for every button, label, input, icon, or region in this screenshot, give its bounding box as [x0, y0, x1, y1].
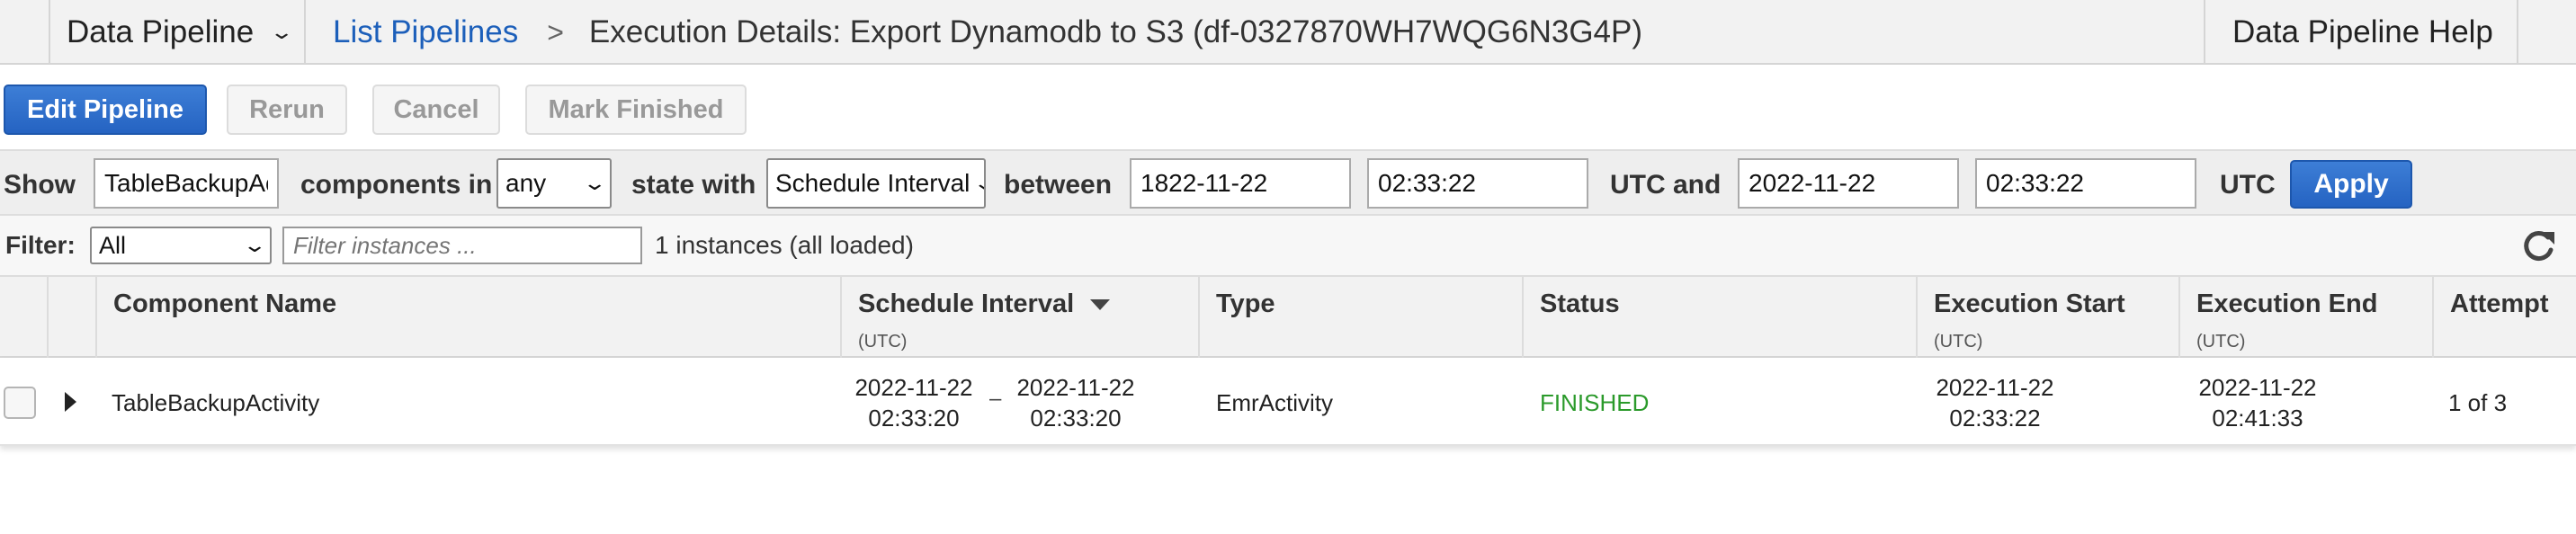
instances-count: 1 instances (all loaded): [655, 231, 914, 259]
header-type[interactable]: Type: [1198, 277, 1522, 358]
filter-instances-input[interactable]: [282, 227, 642, 264]
service-menu[interactable]: Data Pipeline ⌄: [67, 0, 294, 65]
interval-separator: –: [989, 387, 1002, 411]
top-nav-bar: Data Pipeline ⌄ List Pipelines > Executi…: [0, 0, 2576, 65]
status-badge: FINISHED: [1540, 389, 1650, 416]
header-execution-start[interactable]: Execution Start (UTC): [1916, 277, 2178, 358]
components-in-label: components in: [300, 170, 493, 200]
header-expand-column: [47, 277, 95, 358]
chevron-right-icon: >: [547, 15, 564, 49]
start-time-input[interactable]: [1367, 158, 1588, 209]
execution-end-cell: 2022-11-22 02:41:33: [2198, 374, 2317, 432]
cancel-button[interactable]: Cancel: [372, 85, 500, 135]
component-input[interactable]: [94, 158, 279, 209]
start-date-input[interactable]: [1130, 158, 1351, 209]
breadcrumb-list-pipelines-link[interactable]: List Pipelines: [333, 14, 518, 50]
header-schedule-interval[interactable]: Schedule Interval (UTC): [840, 277, 1198, 358]
nav-divider: [304, 0, 306, 65]
end-date-input[interactable]: [1738, 158, 1959, 209]
interval-start-cell: 2022-11-22 02:33:20: [854, 374, 973, 432]
expand-row-icon[interactable]: [65, 392, 76, 412]
header-attempt[interactable]: Attempt: [2432, 277, 2576, 358]
chevron-down-icon: ⌄: [241, 234, 267, 256]
state-with-label: state with: [631, 170, 756, 200]
utc-and-label: UTC and: [1610, 170, 1722, 200]
show-label: Show: [4, 170, 76, 200]
mark-finished-button[interactable]: Mark Finished: [525, 85, 747, 135]
state-select-value: any: [505, 169, 547, 197]
nav-divider: [2204, 0, 2205, 65]
apply-button[interactable]: Apply: [2290, 160, 2412, 209]
services-slot: [0, 0, 50, 65]
type-cell: EmrActivity: [1216, 389, 1333, 416]
filter-select[interactable]: All ⌄: [90, 227, 272, 264]
row-checkbox[interactable]: [4, 387, 36, 419]
rerun-button[interactable]: Rerun: [227, 85, 347, 135]
end-time-input[interactable]: [1975, 158, 2196, 209]
nav-divider: [2517, 0, 2518, 65]
filter-label: Filter:: [5, 231, 76, 259]
edit-pipeline-button[interactable]: Edit Pipeline: [4, 85, 207, 135]
sort-descending-icon: [1090, 299, 1111, 311]
execution-start-cell: 2022-11-22 02:33:22: [1936, 374, 2054, 432]
component-name-cell: TableBackupActivity: [112, 389, 320, 416]
interval-select-value: Schedule Interval: [775, 169, 970, 197]
between-label: between: [1004, 170, 1113, 200]
utc-label: UTC: [2220, 170, 2276, 200]
header-component-name[interactable]: Component Name: [95, 277, 840, 358]
table-header: Component Name Schedule Interval (UTC) T…: [0, 277, 2576, 358]
chevron-down-icon: ⌄: [269, 21, 295, 43]
page-title: Execution Details: Export Dynamodb to S3…: [588, 14, 1643, 49]
state-select[interactable]: any ⌄: [496, 158, 612, 209]
interval-end-cell: 2022-11-22 02:33:20: [1016, 374, 1135, 432]
header-status[interactable]: Status: [1522, 277, 1916, 358]
service-menu-label: Data Pipeline: [67, 14, 255, 49]
interval-select[interactable]: Schedule Interval ⌄: [766, 158, 986, 209]
refresh-icon[interactable]: [2518, 227, 2558, 266]
help-link[interactable]: Data Pipeline Help: [2232, 0, 2493, 65]
breadcrumb: List Pipelines > Execution Details: Expo…: [333, 0, 1642, 65]
chevron-down-icon: ⌄: [973, 172, 984, 195]
chevron-down-icon: ⌄: [581, 172, 607, 194]
attempt-cell: 1 of 3: [2448, 389, 2508, 416]
header-execution-end[interactable]: Execution End (UTC): [2178, 277, 2432, 358]
filter-select-value: All: [99, 231, 127, 259]
